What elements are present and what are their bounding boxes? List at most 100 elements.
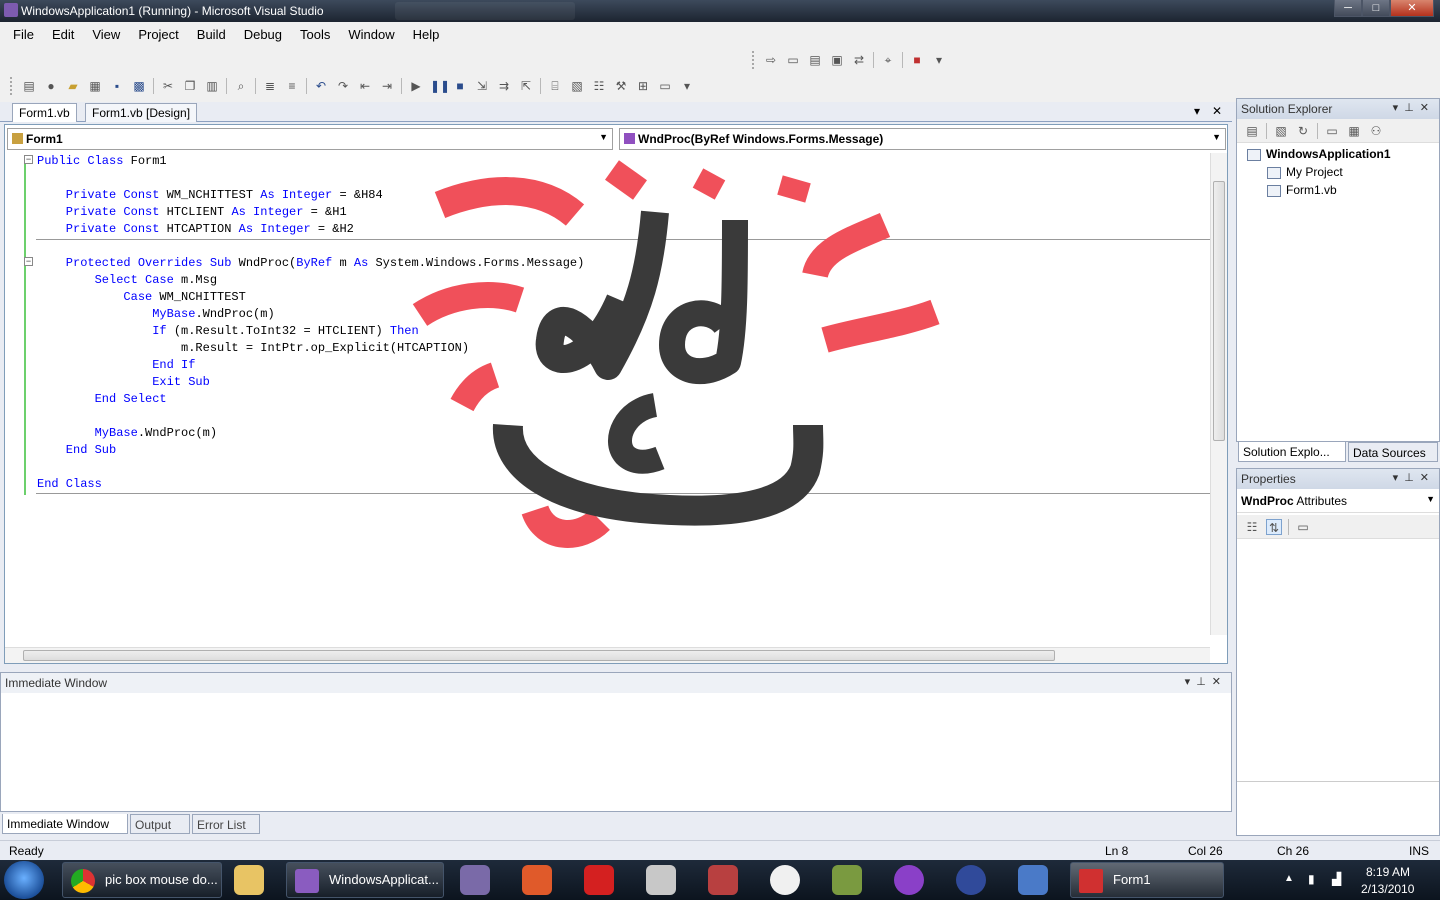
printer-icon[interactable]	[646, 865, 676, 895]
tab-immediate-window[interactable]: Immediate Window	[2, 814, 128, 834]
break-all-icon[interactable]: ❚❚	[430, 78, 450, 94]
window-icon[interactable]: ▭	[785, 52, 801, 68]
pin-icon[interactable]: ⊥	[1404, 472, 1420, 484]
properties-icon[interactable]: ▤	[1244, 123, 1260, 139]
taskbar-form1-window[interactable]: Form1	[1070, 862, 1224, 898]
paste-icon[interactable]: ▥	[204, 78, 220, 94]
pin-icon[interactable]: ⊥	[1196, 676, 1212, 688]
immediate-input-area[interactable]	[3, 695, 1229, 809]
tab-form1-vb[interactable]: Form1.vb	[12, 103, 77, 122]
red-tool-icon[interactable]: ■	[909, 52, 925, 68]
chevron-down-icon[interactable]: ▼	[1212, 132, 1221, 142]
minimize-button[interactable]: ─	[1334, 0, 1362, 17]
gem-icon[interactable]	[894, 865, 924, 895]
toolbar-grip[interactable]	[752, 51, 756, 69]
copy-icon[interactable]: ❐	[182, 78, 198, 94]
collapse-sub-icon[interactable]: −	[24, 257, 33, 266]
dropdown-arrow-icon[interactable]: ▾	[931, 52, 947, 68]
start-button[interactable]	[4, 861, 44, 899]
find-icon[interactable]: ⌕	[233, 78, 249, 94]
form-icon[interactable]: ▤	[807, 52, 823, 68]
close-button[interactable]: ✕	[1390, 0, 1434, 17]
dropdown-icon[interactable]: ▾	[1393, 472, 1405, 484]
clock-icon[interactable]	[770, 865, 800, 895]
new-project-icon[interactable]: ▤	[21, 78, 37, 94]
categorized-icon[interactable]: ☷	[1244, 519, 1260, 535]
menu-view[interactable]: View	[83, 25, 129, 44]
tab-output[interactable]: Output	[130, 814, 190, 834]
view-designer-icon[interactable]: ▦	[1346, 123, 1362, 139]
show-hidden-icons-icon[interactable]: ▲	[1284, 873, 1294, 884]
redo-icon[interactable]: ↷	[335, 78, 351, 94]
menu-file[interactable]: File	[4, 25, 43, 44]
properties-window-icon[interactable]: ☷	[591, 78, 607, 94]
new-file-icon[interactable]: ▦	[87, 78, 103, 94]
tree-item-my-project[interactable]: My Project	[1267, 165, 1343, 179]
power-icon[interactable]: ▮	[1308, 872, 1315, 886]
object-browser-icon[interactable]: ⊞	[635, 78, 651, 94]
step-into-icon[interactable]: ⇲	[474, 78, 490, 94]
clock-time[interactable]: 8:19 AM	[1366, 865, 1410, 879]
snipping-tool-icon[interactable]	[460, 865, 490, 895]
menu-debug[interactable]: Debug	[235, 25, 291, 44]
refresh-icon[interactable]: ↻	[1295, 123, 1311, 139]
collapse-class-icon[interactable]: −	[24, 155, 33, 164]
solution-explorer-icon[interactable]: ▧	[569, 78, 585, 94]
close-icon[interactable]: ✕	[1420, 472, 1435, 484]
menu-build[interactable]: Build	[188, 25, 235, 44]
print-icon[interactable]: ▣	[829, 52, 845, 68]
pin-icon[interactable]: ⊥	[1404, 102, 1420, 114]
cut-icon[interactable]: ✂	[160, 78, 176, 94]
method-name-combo[interactable]: WndProc(ByRef Windows.Forms.Message) ▼	[619, 128, 1226, 150]
horizontal-scroll-thumb[interactable]	[23, 650, 1055, 661]
pin-icon[interactable]: ⌖	[880, 52, 896, 68]
taskbar-chrome-window[interactable]: pic box mouse do...	[62, 862, 222, 898]
menu-help[interactable]: Help	[404, 25, 449, 44]
step-out-icon[interactable]: ⇱	[518, 78, 534, 94]
tab-form1-design[interactable]: Form1.vb [Design]	[85, 103, 198, 122]
remote-desktop-icon[interactable]	[1018, 865, 1048, 895]
step-arrow-icon[interactable]: ⇨	[763, 52, 779, 68]
tab-data-sources[interactable]: Data Sources	[1348, 442, 1438, 462]
swap-icon[interactable]: ⇄	[851, 52, 867, 68]
tab-solution-explorer[interactable]: Solution Explo...	[1238, 442, 1346, 462]
paint-splat-icon[interactable]	[584, 865, 614, 895]
undo-icon[interactable]: ↶	[313, 78, 329, 94]
tree-item-form1[interactable]: Form1.vb	[1267, 183, 1337, 197]
continue-icon[interactable]: ▶	[408, 78, 424, 94]
indent-icon[interactable]: ≣	[262, 78, 278, 94]
navigate-icon[interactable]: ⇤	[357, 78, 373, 94]
menu-window[interactable]: Window	[339, 25, 403, 44]
show-all-files-icon[interactable]: ▧	[1273, 123, 1289, 139]
outdent-icon[interactable]: ≡	[284, 78, 300, 94]
stop-icon[interactable]: ■	[452, 78, 468, 94]
properties-object-selector[interactable]: WndProc Attributes ▼	[1237, 491, 1439, 513]
dropdown-icon[interactable]: ▾	[1393, 102, 1405, 114]
start-page-icon[interactable]: ▭	[657, 78, 673, 94]
vertical-scroll-thumb[interactable]	[1213, 181, 1225, 441]
chevron-down-icon[interactable]: ▼	[1426, 494, 1435, 504]
property-pages-icon[interactable]: ▭	[1295, 519, 1311, 535]
tree-item-solution[interactable]: WindowsApplication1	[1247, 147, 1391, 161]
step-over-icon[interactable]: ⇉	[496, 78, 512, 94]
toolbar-grip[interactable]	[10, 77, 14, 95]
class-name-combo[interactable]: Form1 ▼	[7, 128, 613, 150]
clock-date[interactable]: 2/13/2010	[1361, 882, 1414, 896]
network-icon[interactable]: ▟	[1332, 872, 1341, 886]
b-app-icon[interactable]	[956, 865, 986, 895]
open-folder-icon[interactable]: ▰	[65, 78, 81, 94]
tab-list-dropdown-icon[interactable]: ▾	[1194, 104, 1200, 118]
vertical-scrollbar[interactable]	[1210, 153, 1227, 635]
chevron-down-icon[interactable]: ▼	[599, 132, 608, 142]
close-icon[interactable]: ✕	[1212, 676, 1227, 688]
save-icon[interactable]: ▪	[109, 78, 125, 94]
dropdown-icon[interactable]: ▾	[1185, 676, 1197, 688]
toolbox-icon[interactable]: ⚒	[613, 78, 629, 94]
navigate-forward-icon[interactable]: ⇥	[379, 78, 395, 94]
add-item-icon[interactable]: ●	[43, 78, 59, 94]
close-document-icon[interactable]: ✕	[1212, 104, 1222, 118]
tab-error-list[interactable]: Error List	[192, 814, 260, 834]
save-all-icon[interactable]: ▩	[131, 78, 147, 94]
presentation-icon[interactable]	[522, 865, 552, 895]
find-in-files-icon[interactable]: ⌸	[547, 78, 563, 94]
